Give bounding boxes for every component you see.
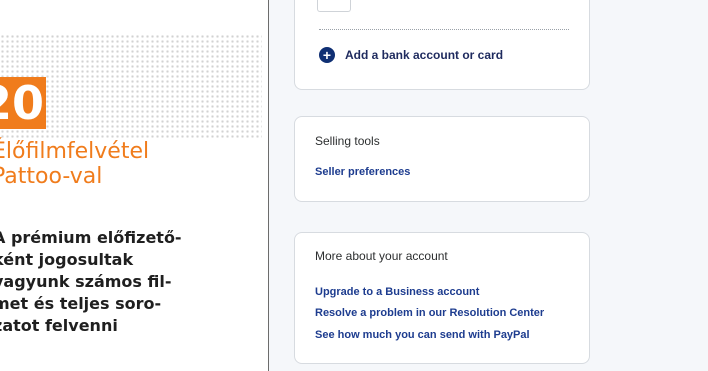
upgrade-business-link[interactable]: Upgrade to a Business account [315, 286, 479, 298]
article-title: Élőfilmfelvétel Pattoo-val [0, 139, 262, 189]
screenshot-border [268, 0, 269, 371]
article-title-line: Pattoo-val [0, 164, 103, 189]
article-body-line: met és teljes soro- [0, 294, 162, 313]
send-limit-link[interactable]: See how much you can send with PayPal [315, 329, 530, 341]
seller-preferences-link[interactable]: Seller preferences [315, 166, 410, 178]
tip-number-badge: 20 [0, 77, 46, 129]
add-bank-account-link[interactable]: + Add a bank account or card [319, 47, 503, 63]
card-stub [317, 0, 351, 12]
paypal-screenshot: + Add a bank account or card Selling too… [268, 0, 708, 371]
article-body: A prémium előfizető- ként jogosultak vag… [0, 227, 263, 337]
more-account-title: More about your account [315, 249, 448, 263]
bank-card-panel: + Add a bank account or card [294, 0, 590, 90]
article-body-line: zatot felvenni [0, 316, 118, 335]
plus-circle-icon: + [319, 47, 335, 63]
magazine-column: 20 Élőfilmfelvétel Pattoo-val A prémium … [0, 0, 268, 371]
article-body-line: vagyunk számos fil- [0, 272, 172, 291]
article-title-line: Élőfilmfelvétel [0, 139, 150, 164]
dotted-divider [319, 29, 569, 30]
article-body-line: ként jogosultak [0, 250, 134, 269]
add-bank-account-label: Add a bank account or card [345, 48, 504, 62]
more-account-panel: More about your account Upgrade to a Bus… [294, 232, 590, 364]
article-body-line: A prémium előfizető- [0, 228, 182, 247]
resolution-center-link[interactable]: Resolve a problem in our Resolution Cent… [315, 307, 544, 319]
selling-tools-panel: Selling tools Seller preferences [294, 116, 590, 202]
selling-tools-title: Selling tools [315, 134, 380, 148]
